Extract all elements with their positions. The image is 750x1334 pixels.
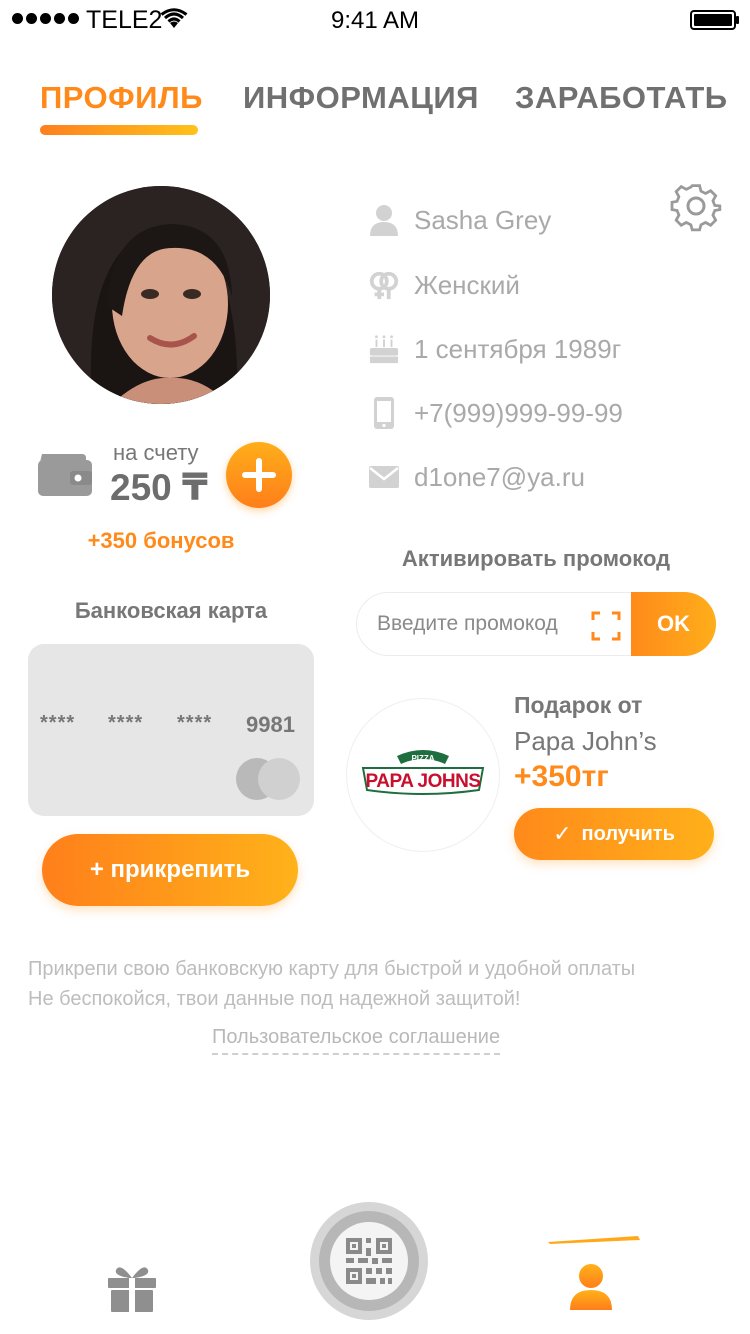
promo-ok-button[interactable]: OK <box>631 592 716 656</box>
balance-label: на счету <box>113 440 199 465</box>
mail-icon <box>368 461 400 493</box>
tab-profile[interactable]: ПРОФИЛЬ <box>40 80 203 116</box>
plus-icon <box>242 458 276 492</box>
promo-code-field: OK <box>356 592 716 656</box>
profile-phone-row: +7(999)999-99-99 <box>368 393 623 433</box>
nav-qr-button[interactable] <box>310 1202 428 1320</box>
tab-information[interactable]: ИНФОРМАЦИЯ <box>243 80 479 116</box>
add-balance-button[interactable] <box>226 442 292 508</box>
settings-gear-icon[interactable] <box>670 180 722 232</box>
tab-earn[interactable]: ЗАРАБОТАТЬ <box>515 80 728 116</box>
nav-active-indicator <box>548 1236 640 1244</box>
profile-name-row: Sasha Grey <box>368 200 551 240</box>
card-hint-line-2: Не беспокойся, твои данные под надежной … <box>28 988 521 1010</box>
bonus-balance: +350 бонусов <box>87 528 235 553</box>
card-last-four: 9981 <box>246 712 295 737</box>
battery-icon <box>690 10 739 30</box>
bank-card[interactable]: **** **** **** 9981 <box>28 644 314 816</box>
profile-gender-row: Женский <box>368 265 520 305</box>
user-icon <box>368 204 400 236</box>
qr-code-icon <box>346 1238 392 1284</box>
phone-icon <box>368 397 400 429</box>
scan-icon[interactable] <box>591 611 621 641</box>
user-agreement-link[interactable]: Пользовательское соглашение <box>212 1026 501 1055</box>
profile-email-row: d1one7@ya.ru <box>368 457 585 497</box>
card-number-group-1: **** <box>40 712 76 734</box>
get-gift-button[interactable]: ✓ получить <box>514 808 714 860</box>
balance-value: 250 ₸ <box>110 467 208 508</box>
profile-email: d1one7@ya.ru <box>414 461 585 492</box>
active-tab-indicator <box>40 125 198 135</box>
avatar-photo <box>52 186 270 404</box>
promo-title: Активировать промокод <box>401 546 671 571</box>
logo-top-text: PIZZA <box>411 754 434 763</box>
card-number-group-2: **** <box>108 712 144 734</box>
profile-gender: Женский <box>414 269 520 300</box>
gift-amount: +350тг <box>514 760 609 793</box>
card-hint: Прикрепи свою банковскую карту для быстр… <box>28 954 728 1014</box>
profile-birthday-row: 1 сентября 1989г <box>368 329 621 369</box>
partner-logo: PIZZA PAPA JOHNS <box>346 698 500 852</box>
logo-brand-text: PAPA JOHNS <box>365 771 480 792</box>
promo-code-input[interactable] <box>377 593 587 655</box>
papa-johns-logo: PIZZA PAPA JOHNS <box>361 750 485 795</box>
gift-from-label: Подарок от <box>514 692 643 718</box>
avatar[interactable] <box>52 186 270 404</box>
gender-icon <box>368 269 400 301</box>
card-number-group-3: **** <box>177 712 213 734</box>
attach-card-button[interactable]: + прикрепить <box>42 834 298 906</box>
clock: 9:41 AM <box>330 7 420 34</box>
profile-name: Sasha Grey <box>414 204 552 235</box>
get-gift-label: получить <box>581 822 675 845</box>
wallet-icon <box>38 454 92 496</box>
partner-name: Papa John’s <box>514 726 657 756</box>
card-hint-line-1: Прикрепи свою банковскую карту для быстр… <box>28 958 636 980</box>
bank-card-title: Банковская карта <box>74 598 268 623</box>
profile-phone: +7(999)999-99-99 <box>414 397 623 428</box>
profile-birthday: 1 сентября 1989г <box>414 333 622 364</box>
mastercard-icon <box>236 758 300 800</box>
check-icon: ✓ <box>553 821 572 846</box>
nav-profile-icon[interactable] <box>566 1262 616 1312</box>
status-bar: TELE2 9:41 AM <box>0 0 750 40</box>
birthday-cake-icon <box>368 333 400 365</box>
nav-gift-icon[interactable] <box>106 1262 158 1314</box>
